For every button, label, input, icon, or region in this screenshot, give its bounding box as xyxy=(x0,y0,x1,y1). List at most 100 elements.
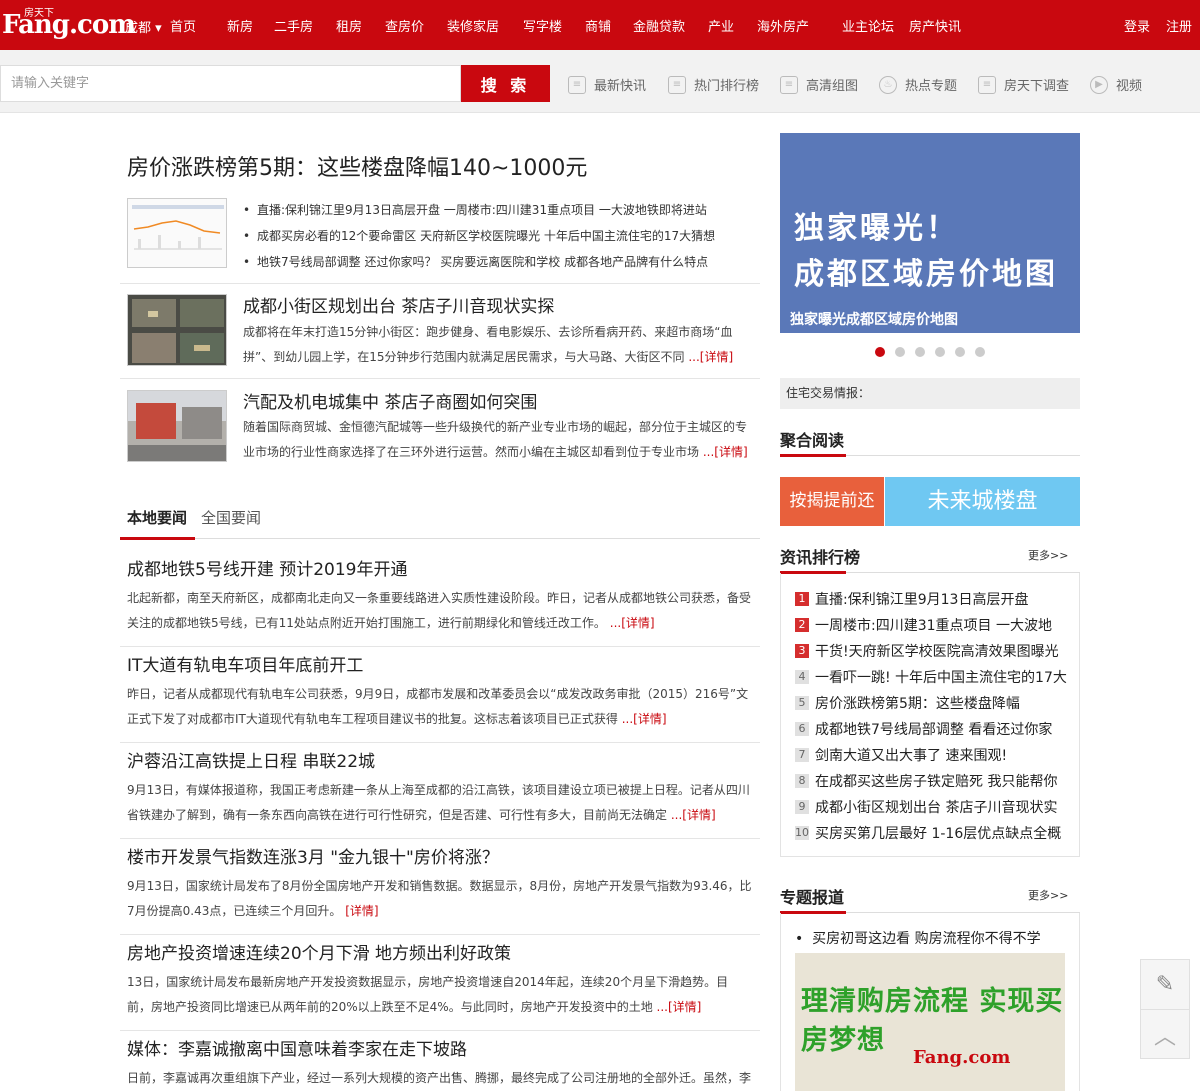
carousel-dot[interactable] xyxy=(955,347,965,357)
news-desc: 13日，国家统计局发布最新房地产开发投资数据显示，房地产投资增速自2014年起，… xyxy=(127,970,752,1020)
headline-bullet[interactable]: 地铁7号线局部调整 还过你家吗？ 买房要远离医院和学校 成都各地产品牌有什么特点 xyxy=(243,254,715,280)
ranking-item-text: 房价涨跌榜第5期：这些楼盘降幅 xyxy=(815,696,1020,712)
nav-item[interactable]: 产业 xyxy=(708,16,734,35)
ranking-more-link[interactable]: 更多>> xyxy=(1028,547,1068,563)
ranking-item[interactable]: 6 成都地铁7号线局部调整 看看还过你家 xyxy=(795,716,1067,742)
nav-item[interactable]: 新房 xyxy=(227,16,253,35)
carousel-dot[interactable] xyxy=(915,347,925,357)
news-title[interactable]: 媒体：李嘉诚撤离中国意味着李家在走下坡路 xyxy=(127,1035,760,1060)
ranking-item[interactable]: 8 在成都买这些房子铁定赔死 我只能帮你 xyxy=(795,768,1067,794)
special-item-text: 买房初哥这边看 购房流程你不得不学 xyxy=(812,931,1041,947)
ranking-list: 1 直播:保利锦江里9月13日高层开盘 2 一周楼市:四川建31重点项目 一大波地 3 干… xyxy=(795,586,1067,846)
quick-link[interactable]: ♨ 热点专题 xyxy=(879,75,978,94)
headline-bullet[interactable]: 直播:保利锦江里9月13日高层开盘 一周楼市:四川建31重点项目 一大波地铁即将… xyxy=(243,202,715,228)
headline-bullets: 直播:保利锦江里9月13日高层开盘 一周楼市:四川建31重点项目 一大波地铁即将… xyxy=(243,202,715,280)
play-icon: ▶ xyxy=(1090,75,1108,94)
news-desc: 昨日，记者从成都现代有轨电车公司获悉，9月9日，成都市发展和改革委员会以“成发改… xyxy=(127,682,752,732)
news-title[interactable]: IT大道有轨电车项目年底前开工 xyxy=(127,651,760,676)
nav-item[interactable]: 租房 xyxy=(336,16,362,35)
special-more-link[interactable]: 更多>> xyxy=(1028,887,1068,903)
back-to-top-icon[interactable]: ︿ xyxy=(1141,1010,1189,1059)
news-desc: 北起新都，南至天府新区，成都南北走向又一条重要线路进入实质性建设阶段。昨日，记者… xyxy=(127,586,752,636)
article-title[interactable]: 汽配及机电城集中 茶店子商圈如何突围 xyxy=(243,388,537,413)
news-desc-text: 北起新都，南至天府新区，成都南北走向又一条重要线路进入实质性建设阶段。昨日，记者… xyxy=(127,591,752,630)
details-link[interactable]: ...[详情] xyxy=(622,712,667,726)
quick-link[interactable]: ▶ 视频 xyxy=(1090,75,1150,94)
ranking-item[interactable]: 7 剑南大道又出大事了 速来围观! xyxy=(795,742,1067,768)
ranking-item[interactable]: 5 房价涨跌榜第5期：这些楼盘降幅 xyxy=(795,690,1067,716)
nav-item[interactable]: 房产快讯 xyxy=(909,16,961,35)
ranking-item-text: 直播:保利锦江里9月13日高层开盘 xyxy=(815,592,1029,608)
news-title[interactable]: 房地产投资增速连续20个月下滑 地方频出利好政策 xyxy=(127,939,760,964)
ranking-title: 资讯排行榜 xyxy=(780,548,861,567)
article-desc-text: 随着国际商贸城、金恒德汽配城等一些升级换代的新产业专业市场的崛起，部分位于主城区… xyxy=(243,420,748,459)
ranking-item[interactable]: 1 直播:保利锦江里9月13日高层开盘 xyxy=(795,586,1067,612)
details-link[interactable]: ...[详情] xyxy=(688,350,733,364)
news-title[interactable]: 成都地铁5号线开建 预计2019年开通 xyxy=(127,555,760,580)
rank-number: 9 xyxy=(795,800,809,814)
nav-item[interactable]: 金融贷款 xyxy=(633,16,685,35)
tab-local-news[interactable]: 本地要闻 xyxy=(127,507,187,528)
nav-item[interactable]: 业主论坛 xyxy=(842,16,894,35)
feedback-edit-icon[interactable]: ✎ xyxy=(1141,960,1189,1010)
headline-title[interactable]: 房价涨跌榜第5期：这些楼盘降幅140~1000元 xyxy=(127,150,587,182)
search-button[interactable]: 搜 索 xyxy=(461,65,550,102)
details-link[interactable]: ...[详情] xyxy=(657,1000,702,1014)
carousel-dot[interactable] xyxy=(975,347,985,357)
details-link[interactable]: ...[详情] xyxy=(703,445,748,459)
headline-bullet[interactable]: 成都买房必看的12个要命雷区 天府新区学校医院曝光 十年后中国主流住宅的17大猜… xyxy=(243,228,715,254)
quick-link[interactable]: ≡ 高清组图 xyxy=(780,75,879,94)
nav-item[interactable]: 装修家居 xyxy=(447,16,499,35)
news-desc-text: 9月13日，有媒体报道称，我国正考虑新建一条从上海至成都的沿江高铁，该项目建设立… xyxy=(127,783,750,822)
news-desc-text: 9月13日，国家统计局发布了8月份全国房地产开发和销售数据。数据显示，8月份，房… xyxy=(127,879,752,918)
prepay-mortgage-tile[interactable]: 按揭提前还 xyxy=(780,477,884,526)
article-thumbnail[interactable] xyxy=(127,294,227,366)
special-item[interactable]: • 买房初哥这边看 购房流程你不得不学 xyxy=(795,928,1041,948)
nav-item[interactable]: 首页 xyxy=(170,16,196,35)
image-icon: ≡ xyxy=(780,75,798,94)
city-selector[interactable]: 成都 ▾ xyxy=(125,17,162,36)
carousel-dot[interactable] xyxy=(895,347,905,357)
details-link[interactable]: [详情] xyxy=(345,904,378,918)
quick-link[interactable]: ≡ 最新快讯 xyxy=(568,75,668,94)
news-title[interactable]: 楼市开发景气指数连涨3月 "金九银十"房价将涨？ xyxy=(127,843,760,868)
news-desc-text: 日前，李嘉诚再次重组旗下产业，经过一系列大规模的资产出售、腾挪，最终完成了公司注… xyxy=(127,1071,752,1085)
tab-national-news[interactable]: 全国要闻 xyxy=(201,507,261,528)
quick-link[interactable]: ≡ 房天下调查 xyxy=(978,75,1090,94)
carousel-dot[interactable] xyxy=(875,347,885,357)
login-link[interactable]: 登录 xyxy=(1124,16,1150,35)
special-image[interactable]: 理清购房流程 实现买房梦想 Fang.com xyxy=(795,953,1065,1091)
ranking-item[interactable]: 2 一周楼市:四川建31重点项目 一大波地 xyxy=(795,612,1067,638)
rank-number: 6 xyxy=(795,722,809,736)
headline-thumbnail[interactable] xyxy=(127,198,227,268)
carousel-dot[interactable] xyxy=(935,347,945,357)
future-city-tile[interactable]: 未来城楼盘 xyxy=(885,477,1080,526)
article-title[interactable]: 成都小街区规划出台 茶店子川音现状实探 xyxy=(243,292,554,317)
ranking-item-text: 一看吓一跳! 十年后中国主流住宅的17大 xyxy=(815,670,1067,686)
nav-item[interactable]: 写字楼 xyxy=(523,16,562,35)
special-image-logo: Fang.com xyxy=(913,1047,1011,1068)
ranking-item[interactable]: 3 干货!天府新区学校医院高清效果图曝光 xyxy=(795,638,1067,664)
news-tabs: 本地要闻 全国要闻 xyxy=(127,507,275,528)
ranking-item[interactable]: 9 成都小街区规划出台 茶店子川音现状实 xyxy=(795,794,1067,820)
floating-toolbar: ✎ ︿ xyxy=(1140,959,1190,1059)
quick-links: ≡ 最新快讯 ≡ 热门排行榜 ≡ 高清组图 ♨ 热点专题 ≡ 房天下调查 ▶ 视频 xyxy=(568,75,1150,94)
register-link[interactable]: 注册 xyxy=(1166,16,1192,35)
nav-item[interactable]: 商铺 xyxy=(585,16,611,35)
quick-link-label: 视频 xyxy=(1116,79,1143,94)
nav-item[interactable]: 二手房 xyxy=(274,16,313,35)
banner-caption: 独家曝光成都区域房价地图 xyxy=(790,312,958,328)
ranking-item[interactable]: 4 一看吓一跳! 十年后中国主流住宅的17大 xyxy=(795,664,1067,690)
search-input[interactable]: 请输入关键字 xyxy=(0,65,461,102)
promo-banner[interactable]: 独家曝光！ 成都区域房价地图 独家曝光成都区域房价地图 xyxy=(780,133,1080,333)
ranking-item[interactable]: 10 买房买第几层最好 1-16层优点缺点全概 xyxy=(795,820,1067,846)
article-thumbnail[interactable] xyxy=(127,390,227,462)
rank-number: 10 xyxy=(795,826,809,840)
news-title[interactable]: 沪蓉沿江高铁提上日程 串联22城 xyxy=(127,747,760,772)
details-link[interactable]: ...[详情] xyxy=(610,616,655,630)
nav-item[interactable]: 海外房产 xyxy=(757,16,809,35)
nav-item[interactable]: 查房价 xyxy=(385,16,424,35)
fang-logo[interactable]: 房天下 Fang.com xyxy=(2,4,136,44)
details-link[interactable]: ...[详情] xyxy=(671,808,716,822)
quick-link[interactable]: ≡ 热门排行榜 xyxy=(668,75,780,94)
